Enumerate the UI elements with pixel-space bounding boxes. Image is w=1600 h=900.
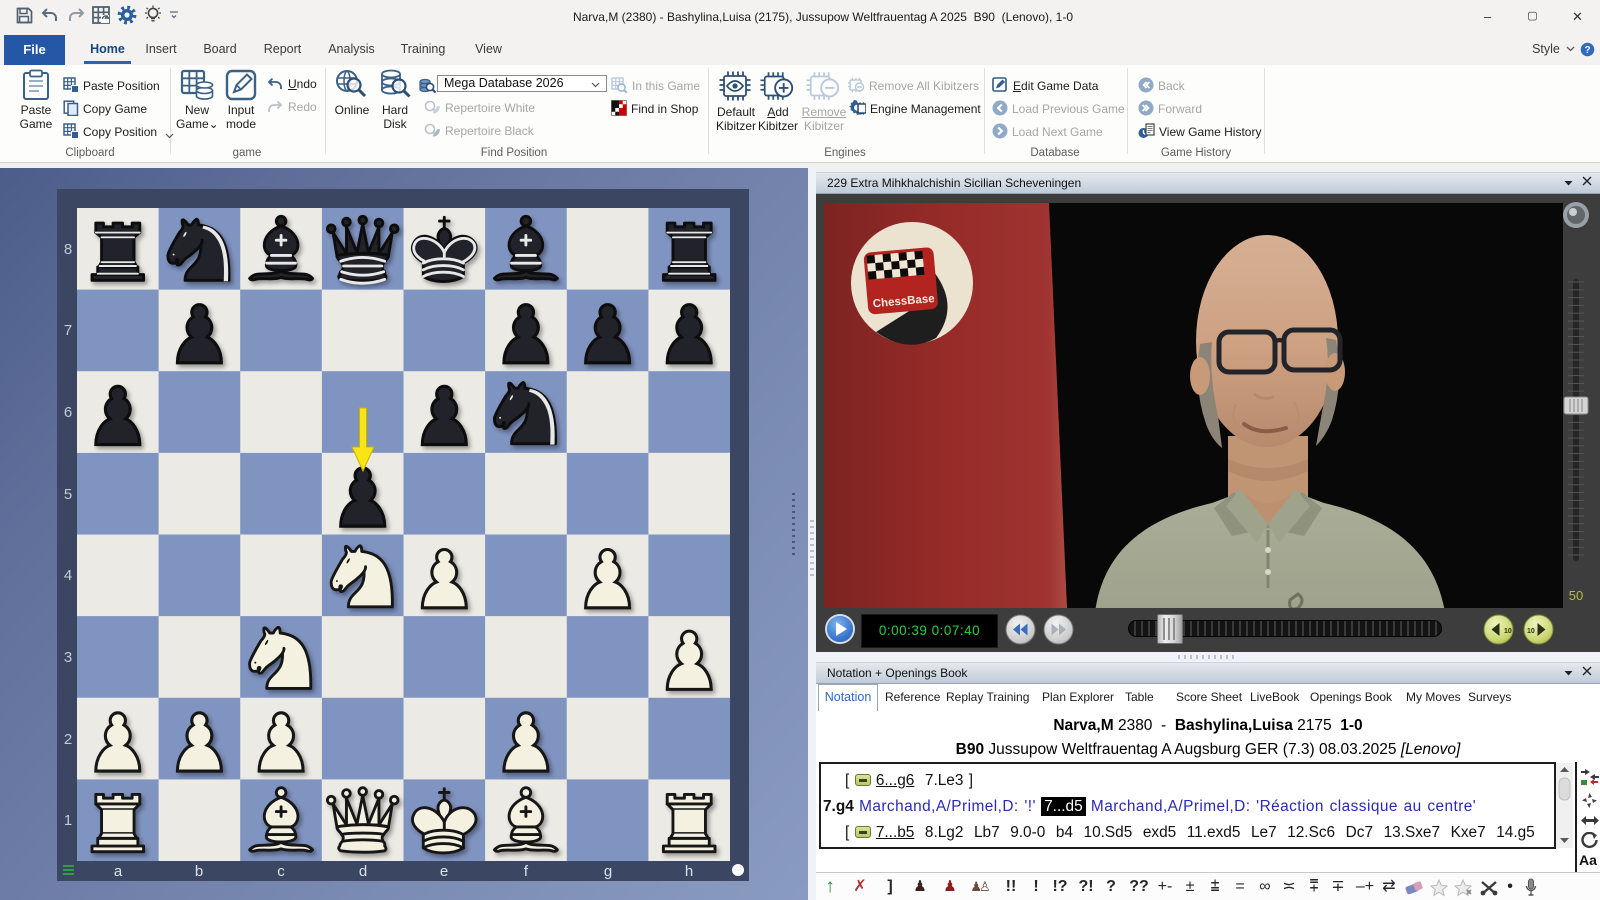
svg-text:a: a	[114, 863, 123, 880]
svg-text:h: h	[685, 863, 693, 880]
svg-text:c: c	[277, 863, 285, 880]
svg-text:1: 1	[64, 812, 72, 829]
svg-text:b: b	[195, 863, 203, 880]
svg-text:50: 50	[1569, 588, 1583, 603]
svg-text:2: 2	[64, 731, 72, 748]
svg-text:8: 8	[64, 241, 72, 258]
svg-text:10: 10	[1504, 628, 1512, 635]
svg-text:3: 3	[64, 649, 72, 666]
svg-text:?: ?	[1584, 45, 1590, 56]
svg-text:g: g	[604, 863, 612, 880]
svg-text:6: 6	[64, 404, 72, 421]
svg-text:4: 4	[64, 567, 72, 584]
svg-text:10: 10	[1527, 628, 1535, 635]
svg-text:d: d	[359, 863, 367, 880]
svg-text:7: 7	[64, 322, 72, 339]
svg-text:5: 5	[64, 486, 72, 503]
svg-text:e: e	[440, 863, 448, 880]
